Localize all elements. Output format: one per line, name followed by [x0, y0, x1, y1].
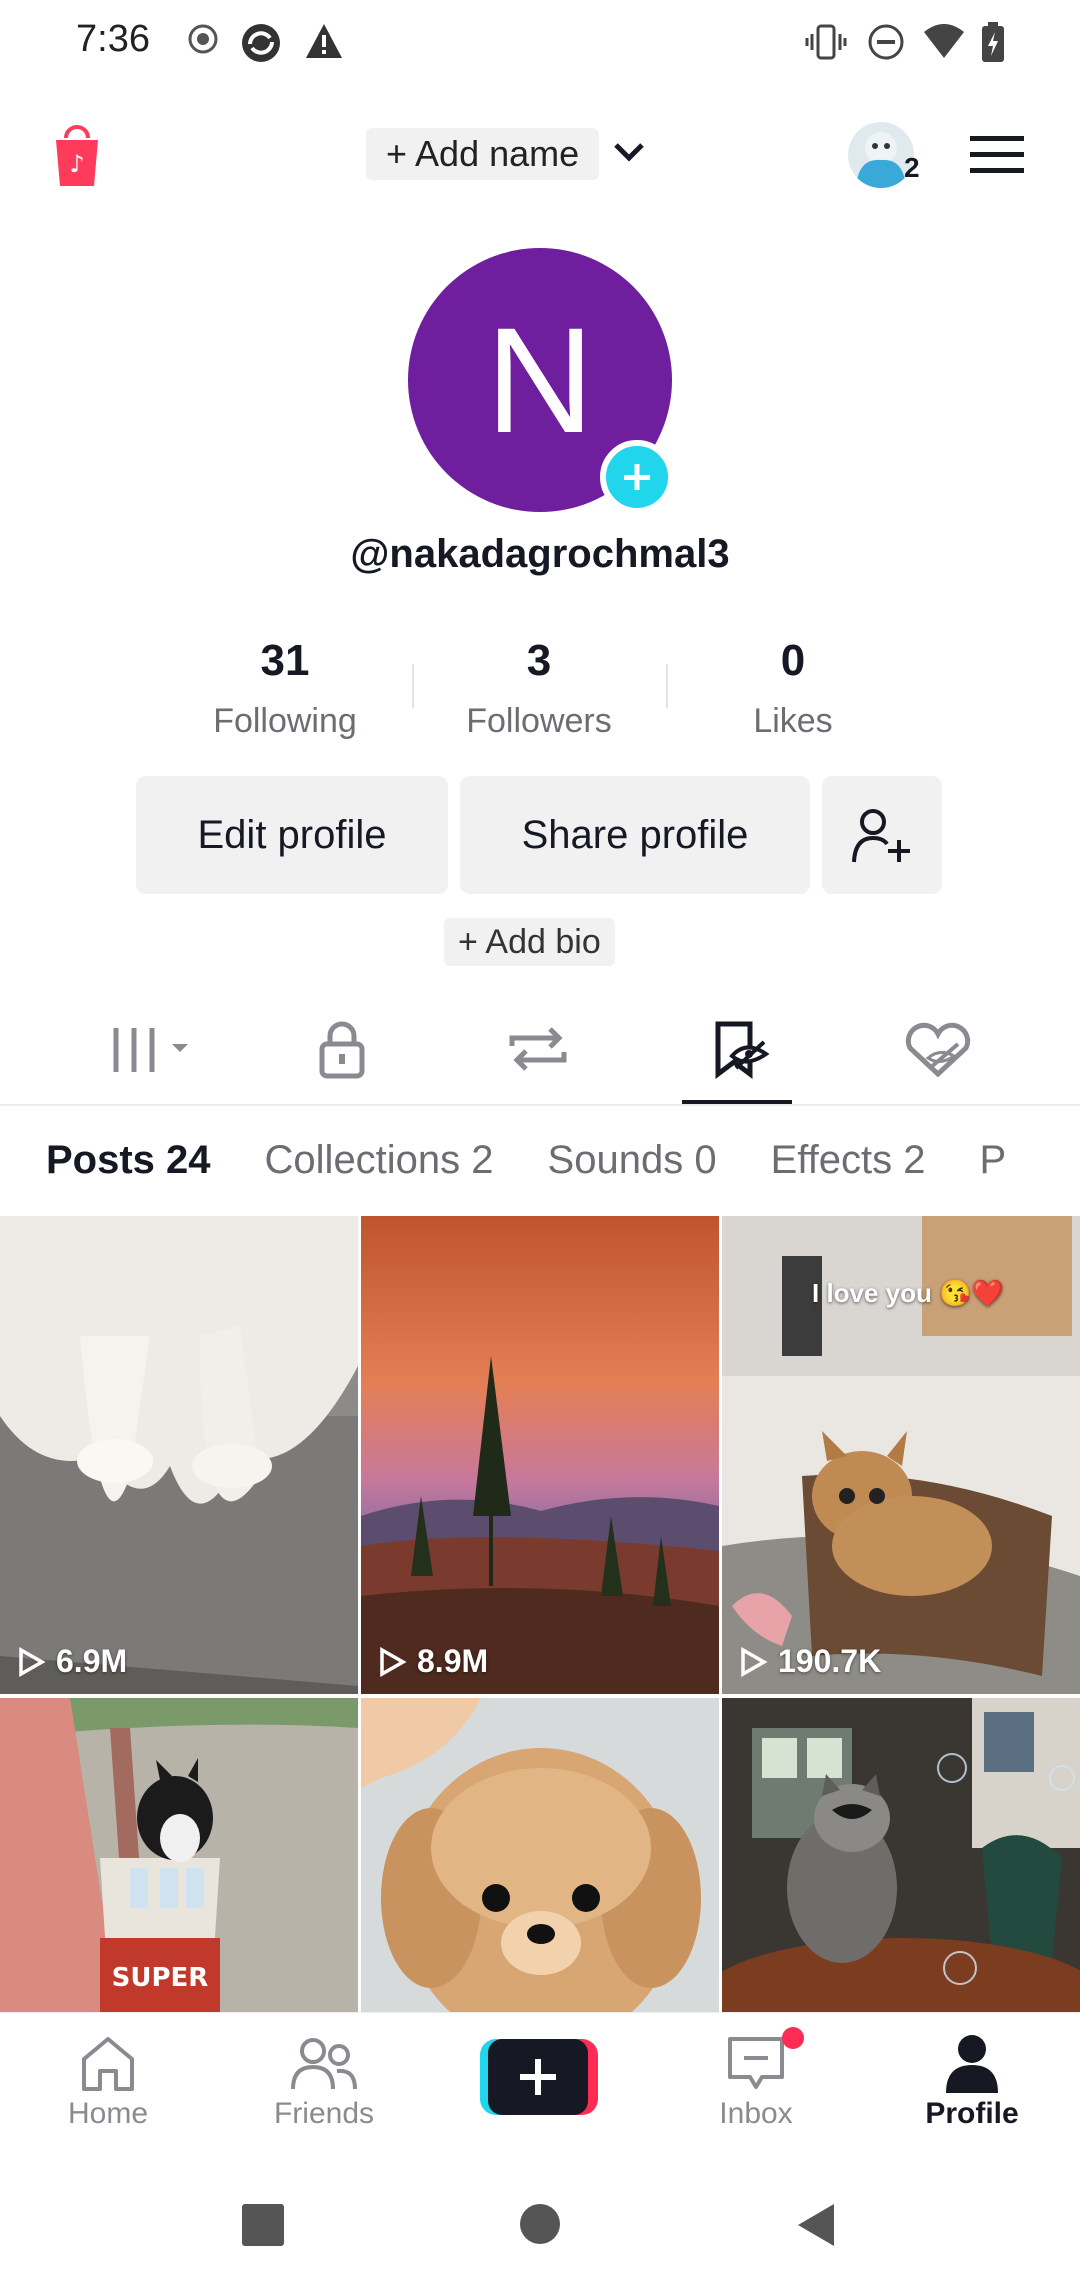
tab-collections[interactable]: Collections 2 — [265, 1138, 494, 1183]
tab-sounds[interactable]: Sounds 0 — [548, 1138, 717, 1183]
tab-posts[interactable]: Posts 24 — [46, 1138, 211, 1183]
stat-value: 0 — [780, 636, 806, 685]
inbox-icon — [728, 2037, 784, 2089]
account-badge-count: 2 — [904, 152, 920, 183]
stat-label: Following — [213, 702, 357, 740]
home-button-icon[interactable] — [520, 2204, 560, 2244]
stat-value: 3 — [526, 636, 552, 685]
nav-home[interactable]: Home — [18, 2033, 198, 2131]
recents-icon[interactable] — [242, 2204, 284, 2246]
vibrate-icon — [804, 22, 848, 62]
friends-icon — [291, 2038, 357, 2090]
video-thumbnail[interactable] — [722, 1698, 1080, 2016]
play-icon — [19, 1646, 46, 1677]
stat-label: Likes — [753, 702, 833, 740]
liked-icon[interactable] — [888, 1018, 988, 1080]
nav-label: Home — [67, 2097, 149, 2130]
video-thumbnail[interactable] — [361, 1698, 719, 2016]
status-time: 7:36 — [76, 18, 150, 60]
edit-profile-button[interactable]: Edit profile — [136, 776, 448, 894]
video-thumbnail[interactable]: SUPER — [0, 1698, 358, 2016]
wifi-icon — [922, 22, 966, 60]
play-icon — [380, 1646, 407, 1677]
stat-label: Followers — [466, 702, 612, 740]
nav-label: Inbox — [719, 2097, 793, 2130]
record-icon — [186, 22, 220, 56]
stat-value: 31 — [260, 636, 310, 685]
tab-effects[interactable]: Effects 2 — [771, 1138, 926, 1183]
bottom-nav: Home Friends Inbox Profile — [0, 2012, 1080, 2173]
nav-profile[interactable]: Profile — [882, 2033, 1062, 2131]
back-icon[interactable] — [796, 2202, 836, 2248]
nav-friends[interactable]: Friends — [234, 2033, 414, 2131]
shop-icon[interactable]: ♪ — [52, 122, 102, 188]
view-count: 6.9M — [16, 1643, 127, 1680]
notification-dot — [782, 2027, 804, 2049]
grid-menu-icon[interactable] — [102, 1018, 202, 1080]
video-thumbnail[interactable]: 8.9M — [361, 1216, 719, 1694]
tab-more[interactable]: P — [979, 1138, 1006, 1183]
view-count-text: 8.9M — [417, 1643, 489, 1679]
stat-following[interactable]: 31 Following — [158, 636, 412, 741]
view-count: 8.9M — [377, 1643, 488, 1680]
share-profile-button[interactable]: Share profile — [460, 776, 810, 894]
svg-text:♪: ♪ — [69, 150, 84, 178]
battery-icon — [980, 22, 1006, 64]
sync-icon — [240, 22, 282, 64]
username: @nakadagrochmal3 — [350, 532, 730, 576]
warning-icon — [304, 22, 344, 60]
dnd-icon — [866, 22, 906, 62]
divider — [0, 1104, 1080, 1106]
svg-text:SUPER: SUPER — [112, 1963, 209, 1993]
view-count-text: 190.7K — [778, 1643, 882, 1679]
lock-icon[interactable] — [292, 1018, 392, 1080]
play-icon — [741, 1646, 768, 1677]
chevron-down-icon[interactable] — [612, 140, 646, 164]
add-person-icon — [852, 809, 910, 863]
video-thumbnail[interactable]: I love you 😘❤️ 190.7K — [722, 1216, 1080, 1694]
favorites-icon[interactable] — [688, 1018, 788, 1080]
nav-inbox[interactable]: Inbox — [666, 2027, 846, 2131]
video-caption: I love you 😘❤️ — [812, 1278, 1004, 1308]
create-button[interactable] — [480, 2039, 598, 2115]
plus-icon — [520, 2059, 556, 2095]
add-bio-button[interactable]: + Add bio — [444, 918, 615, 966]
repost-icon[interactable] — [488, 1018, 588, 1080]
home-icon — [82, 2037, 134, 2091]
add-name-button[interactable]: + Add name — [366, 128, 600, 180]
sub-tabs: Posts 24 Collections 2 Sounds 0 Effects 2 P — [46, 1138, 1060, 1183]
system-nav — [0, 2172, 1080, 2280]
view-count-text: 6.9M — [56, 1643, 128, 1679]
nav-label: Friends — [273, 2097, 375, 2130]
add-photo-button[interactable] — [600, 440, 674, 514]
stat-followers[interactable]: 3 Followers — [412, 636, 666, 741]
profile-icon — [946, 2035, 998, 2093]
nav-label: Profile — [925, 2097, 1019, 2130]
menu-icon[interactable] — [970, 134, 1024, 174]
add-friend-button[interactable] — [822, 776, 942, 894]
video-grid: 6.9M 8.9M I love you 😘❤️ 190.7K SUPER — [0, 1216, 1080, 2016]
view-count: 190.7K — [738, 1643, 881, 1680]
stat-likes[interactable]: 0 Likes — [666, 636, 920, 741]
video-thumbnail[interactable]: 6.9M — [0, 1216, 358, 1694]
